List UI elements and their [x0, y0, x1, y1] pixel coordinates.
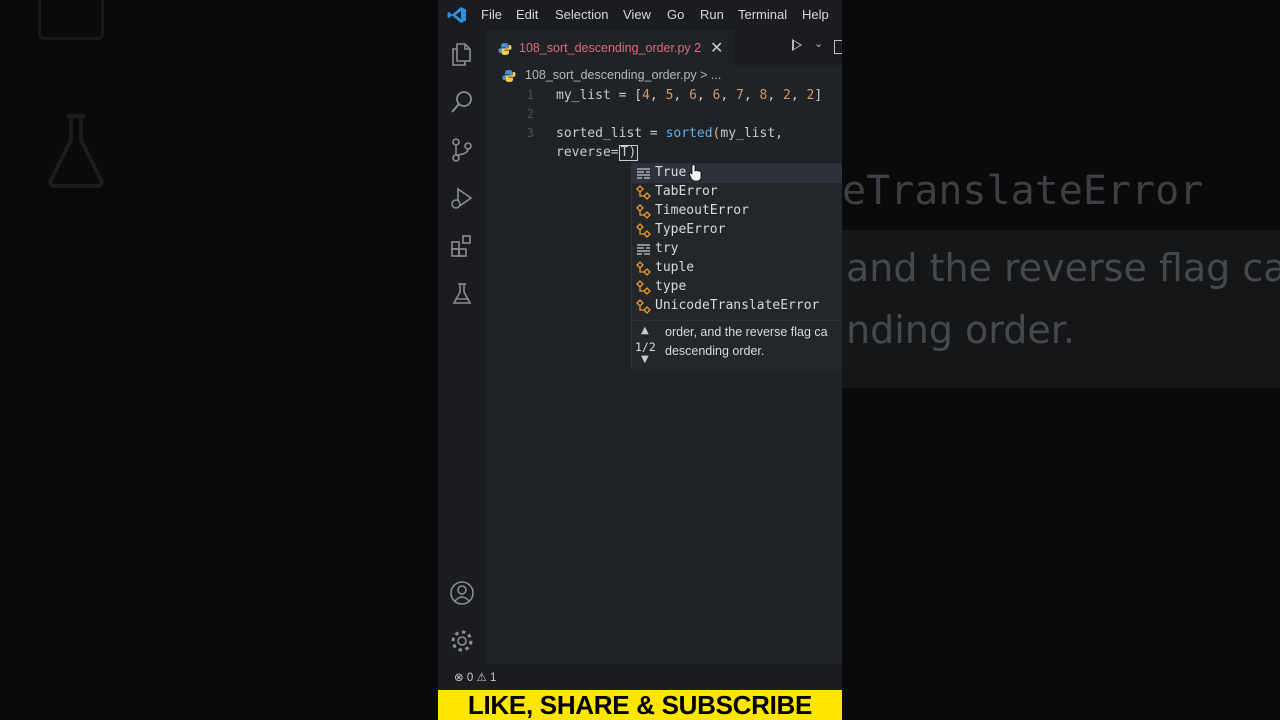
testing-icon[interactable]: [448, 280, 476, 308]
python-file-icon: [502, 70, 516, 82]
activity-bar: [438, 30, 486, 664]
suggestion-widget: True TabError TimeoutError TypeError try…: [631, 163, 842, 370]
extensions-icon[interactable]: [448, 232, 476, 260]
blurred-doc-line1: and the reverse flag ca: [846, 246, 1280, 290]
suggestion-item[interactable]: TimeoutError: [632, 202, 842, 221]
run-debug-icon[interactable]: [448, 184, 476, 212]
signature-doc-line2: descending order.: [665, 344, 765, 358]
problems-indicator[interactable]: ⊗ 0 ⚠ 1: [454, 670, 496, 684]
class-icon: [636, 223, 651, 238]
python-file-icon: [498, 43, 512, 55]
class-icon: [636, 280, 651, 295]
class-icon: [636, 185, 651, 200]
menu-bar: File Edit Selection View Go Run Terminal…: [438, 0, 842, 30]
vscode-logo-icon: [447, 7, 466, 23]
blurred-background-right: eTranslateError and the reverse flag ca …: [842, 0, 1280, 720]
account-icon[interactable]: [448, 579, 476, 607]
line-number: 2: [526, 107, 534, 121]
tab-active-file[interactable]: 108_sort_descending_order.py 2 ✕: [486, 30, 734, 66]
menu-go[interactable]: Go: [667, 7, 684, 22]
suggestion-item[interactable]: TypeError: [632, 221, 842, 240]
suggestion-item[interactable]: type: [632, 278, 842, 297]
explorer-icon[interactable]: [448, 40, 476, 68]
code-line-1: my_list = [4, 5, 6, 6, 7, 8, 2, 2]: [556, 88, 823, 103]
mouse-pointer-hand-icon: [689, 164, 702, 182]
tab-bar: 108_sort_descending_order.py 2 ✕ ⌄: [486, 30, 842, 66]
menu-edit[interactable]: Edit: [516, 7, 538, 22]
subscribe-banner: LIKE, SHARE & SUBSCRIBE: [438, 690, 842, 720]
line-number: 1: [526, 88, 534, 102]
menu-help[interactable]: Help: [802, 7, 829, 22]
blurred-flask-icon: [48, 114, 104, 188]
suggestion-item[interactable]: UnicodeTranslateError: [632, 297, 842, 316]
blurred-doc-line2: nding order.: [846, 308, 1075, 352]
signature-doc-line1: order, and the reverse flag ca: [665, 325, 828, 339]
keyword-icon: [637, 244, 650, 255]
blurred-layout-icon: [38, 0, 104, 40]
breadcrumb-text: 108_sort_descending_order.py > ...: [525, 68, 722, 82]
suggestion-item[interactable]: True: [632, 164, 842, 183]
menu-selection[interactable]: Selection: [555, 7, 608, 22]
run-dropdown-chevron-icon[interactable]: ⌄: [814, 37, 823, 50]
banner-text: LIKE, SHARE & SUBSCRIBE: [467, 690, 813, 720]
chevron-up-icon[interactable]: ▲: [641, 325, 649, 336]
text-cursor: T): [618, 145, 639, 161]
menu-file[interactable]: File: [481, 7, 502, 22]
class-icon: [636, 204, 651, 219]
chevron-down-icon[interactable]: ▼: [641, 354, 649, 365]
settings-gear-icon[interactable]: [448, 627, 476, 655]
search-icon[interactable]: [448, 88, 476, 116]
tab-filename: 108_sort_descending_order.py 2: [519, 41, 702, 55]
split-editor-icon[interactable]: [834, 40, 842, 54]
class-icon: [636, 299, 651, 314]
line-number: 3: [526, 126, 534, 140]
keyword-icon: [637, 168, 650, 179]
blurred-code-text: eTranslateError: [842, 168, 1204, 214]
class-icon: [636, 261, 651, 276]
menu-terminal[interactable]: Terminal: [738, 7, 787, 22]
signature-help: ▲ 1/2 ▼ order, and the reverse flag ca d…: [632, 320, 842, 370]
suggestion-item[interactable]: try: [632, 240, 842, 259]
code-line-3-wrap: reverse= T): [556, 145, 639, 161]
code-line-3: sorted_list = sorted(my_list,: [556, 126, 783, 141]
signature-page-indicator: 1/2: [635, 340, 656, 354]
status-bar: ⊗ 0 ⚠ 1: [438, 664, 842, 690]
menu-run[interactable]: Run: [700, 7, 724, 22]
vscode-window: File Edit Selection View Go Run Terminal…: [438, 0, 842, 690]
source-control-icon[interactable]: [448, 136, 476, 164]
tab-close-icon[interactable]: ✕: [710, 38, 723, 57]
suggestion-item[interactable]: TabError: [632, 183, 842, 202]
menu-view[interactable]: View: [623, 7, 651, 22]
run-python-file-icon[interactable]: [792, 39, 802, 51]
suggestion-item[interactable]: tuple: [632, 259, 842, 278]
blurred-background-left: [0, 0, 438, 720]
